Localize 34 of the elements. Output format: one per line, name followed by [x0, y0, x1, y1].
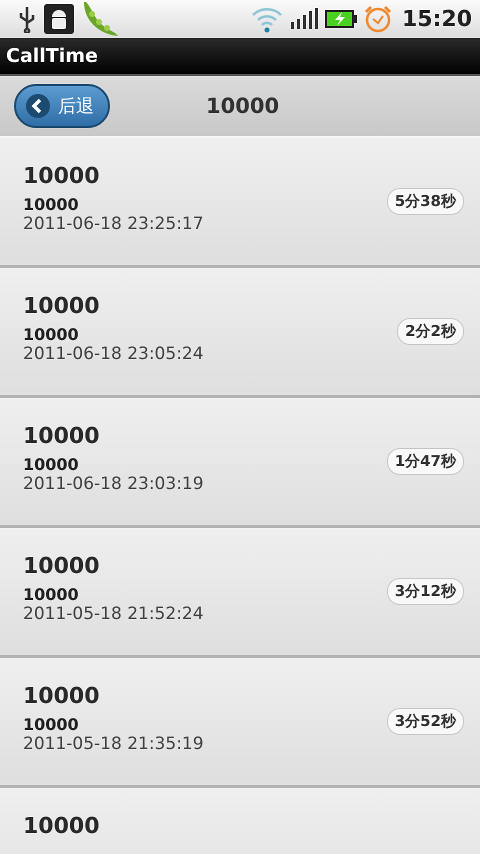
- back-button[interactable]: 后退: [14, 84, 110, 128]
- call-duration: 3分52秒: [386, 708, 464, 735]
- call-datetime: 2011-05-18 21:52:24: [23, 604, 204, 624]
- call-list-item[interactable]: 10000 10000 2011-06-18 23:25:17 5分38秒: [0, 138, 480, 268]
- phone-number: 10000: [23, 455, 80, 474]
- call-duration: 3分12秒: [386, 578, 464, 605]
- call-datetime: 2011-06-18 23:25:17: [23, 214, 204, 234]
- call-list-item[interactable]: 10000 10000 2011-06-18 23:05:24 2分2秒: [0, 268, 480, 398]
- contact-name: 10000: [23, 554, 101, 579]
- call-datetime: 2011-06-18 23:03:19: [23, 474, 204, 494]
- contact-name: 10000: [23, 684, 101, 709]
- call-duration: 1分47秒: [386, 448, 464, 475]
- signal-icon: [290, 8, 318, 30]
- call-duration: 5分38秒: [386, 188, 464, 215]
- call-datetime: 2011-05-18 21:35:19: [23, 734, 204, 754]
- phone-number: 10000: [23, 585, 80, 604]
- contact-name: 10000: [23, 424, 101, 449]
- call-list-item[interactable]: 10000 10000 2011-05-18 21:35:19 3分52秒: [0, 658, 480, 788]
- call-datetime: 2011-06-18 23:05:24: [23, 344, 204, 364]
- toolbar-title: 10000: [206, 94, 280, 118]
- phone-number: 10000: [23, 715, 80, 734]
- contact-name: 10000: [23, 164, 101, 189]
- call-duration: 2分2秒: [397, 318, 464, 345]
- contact-name: 10000: [23, 294, 101, 319]
- alarm-clock-icon: [364, 5, 392, 33]
- call-list-item[interactable]: 10000 10000 2011-06-18 23:03:19 1分47秒: [0, 398, 480, 528]
- battery-charging-icon: [324, 8, 358, 30]
- clock-time: 15:20: [402, 6, 472, 32]
- call-list-item[interactable]: 10000 10000 2011-05-18 21:52:24 3分12秒: [0, 528, 480, 658]
- phone-number: 10000: [23, 195, 80, 214]
- app-title: CallTime: [6, 45, 98, 67]
- wifi-icon: [250, 5, 284, 33]
- contact-name: 10000: [23, 814, 100, 839]
- phone-number: 10000: [23, 325, 80, 344]
